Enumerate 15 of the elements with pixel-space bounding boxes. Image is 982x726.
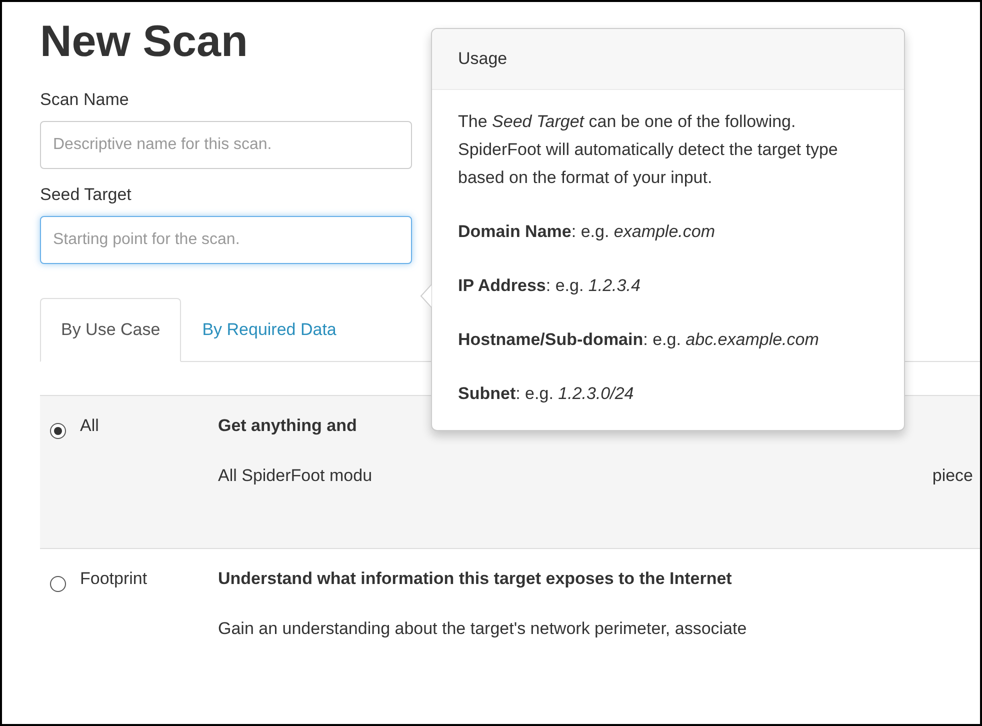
popover-title: Usage: [458, 49, 508, 69]
field-label: Seed Target: [40, 184, 132, 206]
use-case-description: Gain an understanding about the target's network perimeter, associate: [218, 618, 747, 640]
use-case-name: All: [80, 415, 99, 437]
usage-text: The Seed Target can be one of the following. SpiderFoot will automatically detect the target type based on the format of your input.: [458, 111, 839, 189]
page-title: New Scan: [40, 16, 248, 68]
use-case-title: Get anything and: [218, 415, 357, 437]
use-case-title: Understand what information this target exposes to the Internet: [218, 568, 732, 590]
use-case-name: Footprint: [80, 568, 148, 590]
use-case-description: piece: [932, 465, 973, 487]
target-example: Domain Name: e.g. example.com: [458, 221, 716, 243]
use-case-description: All SpiderFoot modu: [218, 465, 372, 487]
target-example: IP Address: e.g. 1.2.3.4: [458, 275, 642, 297]
field-label: Scan Name: [40, 89, 129, 111]
target-example: Hostname/Sub-domain: e.g. abc.example.com: [458, 329, 820, 351]
